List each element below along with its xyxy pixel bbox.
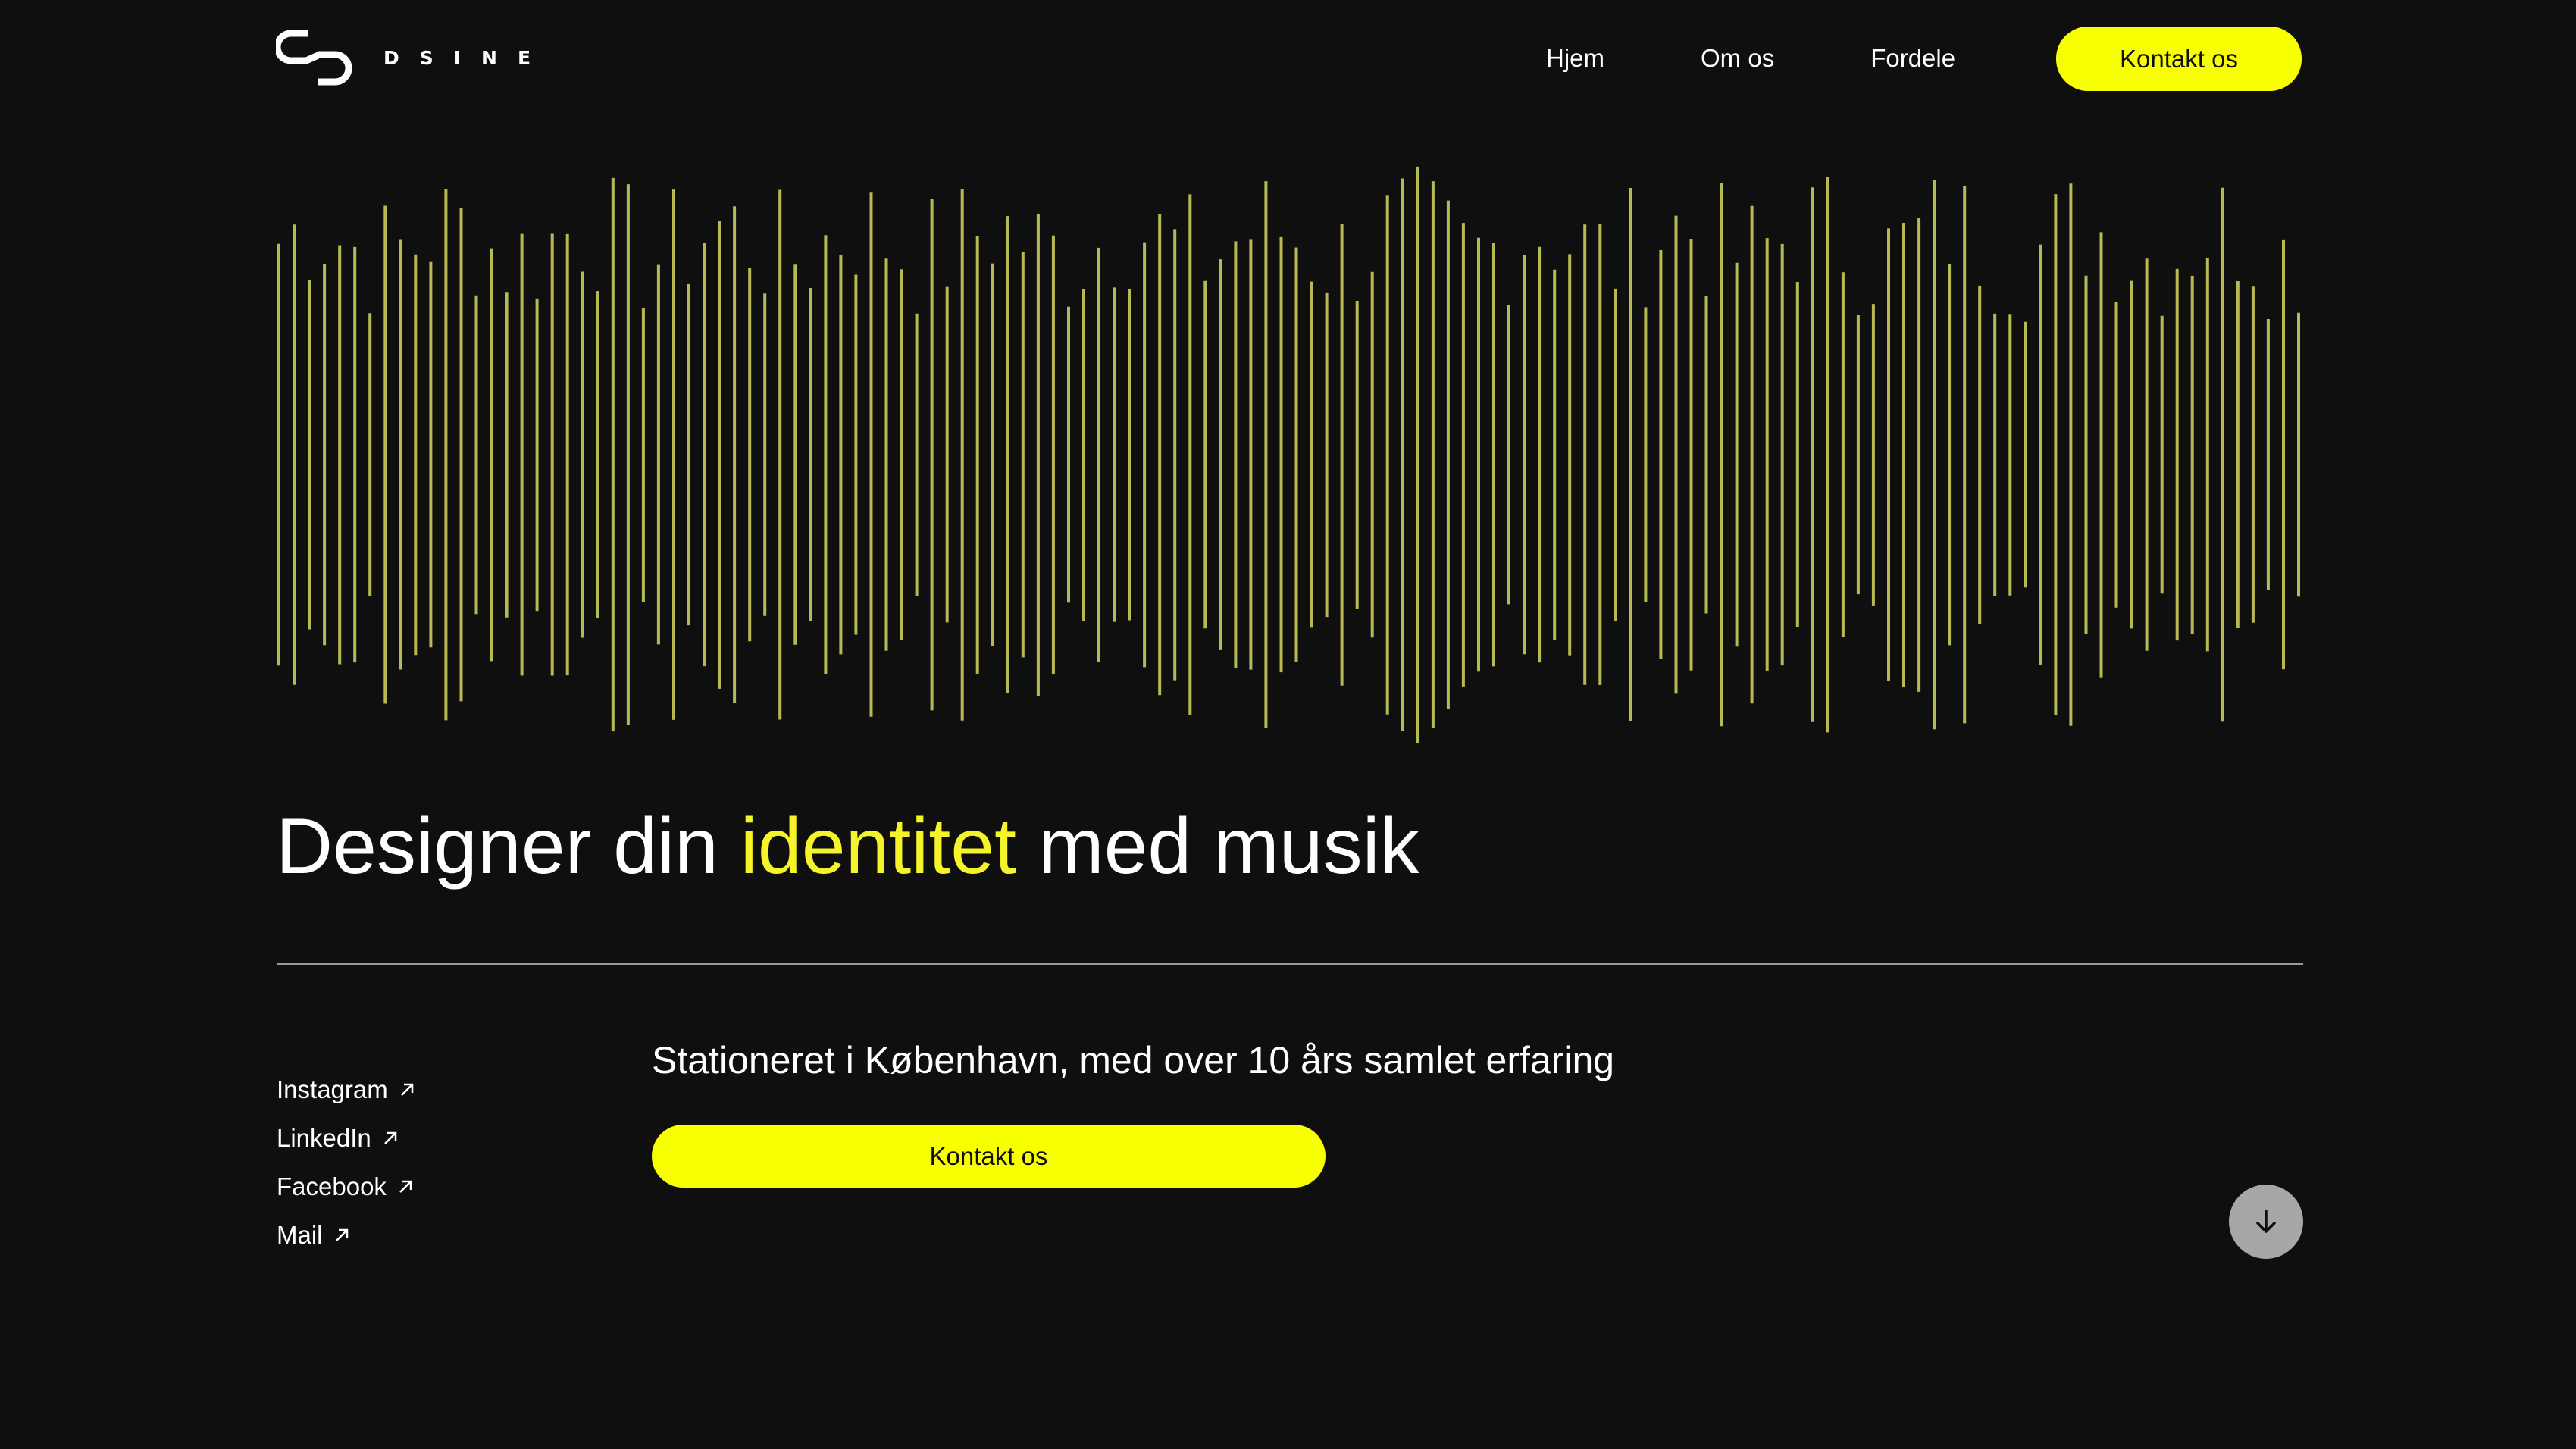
social-link-linkedin[interactable]: LinkedIn	[277, 1123, 415, 1153]
headline-text-1: Designer din	[276, 803, 740, 890]
brand-name: DSINE	[383, 46, 552, 69]
social-link-label: Mail	[277, 1221, 323, 1249]
social-links: Instagram LinkedIn Facebook Mail	[277, 1075, 415, 1250]
section-divider	[277, 963, 2303, 965]
main-nav: Hjem Om os Fordele	[1546, 0, 1955, 117]
arrow-up-right-icon	[383, 1131, 397, 1144]
social-link-label: LinkedIn	[277, 1124, 371, 1152]
hero-tagline: Stationeret i København, med over 10 års…	[652, 1039, 1615, 1081]
arrow-up-right-icon	[400, 1083, 413, 1096]
audio-waveform	[277, 166, 2300, 743]
social-link-label: Instagram	[277, 1075, 388, 1103]
social-link-facebook[interactable]: Facebook	[277, 1172, 415, 1202]
landing-page: DSINE Hjem Om os Fordele Kontakt os Desi…	[0, 0, 2576, 1449]
nav-item-hjem[interactable]: Hjem	[1546, 44, 1604, 73]
arrow-up-right-icon	[335, 1228, 348, 1241]
hero-headline: Designer din identitet med musik	[276, 803, 1419, 890]
headline-text-2: med musik	[1016, 803, 1419, 890]
hero-contact-button[interactable]: Kontakt os	[652, 1125, 1326, 1188]
arrow-down-icon	[2256, 1210, 2276, 1233]
social-link-mail[interactable]: Mail	[277, 1220, 415, 1250]
logo-mark-icon	[276, 27, 353, 88]
scroll-down-button[interactable]	[2229, 1185, 2303, 1259]
header-contact-button[interactable]: Kontakt os	[2056, 27, 2302, 91]
social-link-instagram[interactable]: Instagram	[277, 1075, 415, 1105]
social-link-label: Facebook	[277, 1172, 387, 1200]
headline-accent: identitet	[740, 803, 1017, 890]
nav-item-fordele[interactable]: Fordele	[1870, 44, 1955, 73]
brand-logo[interactable]: DSINE	[276, 27, 551, 88]
nav-item-om-os[interactable]: Om os	[1701, 44, 1774, 73]
arrow-up-right-icon	[399, 1180, 412, 1193]
